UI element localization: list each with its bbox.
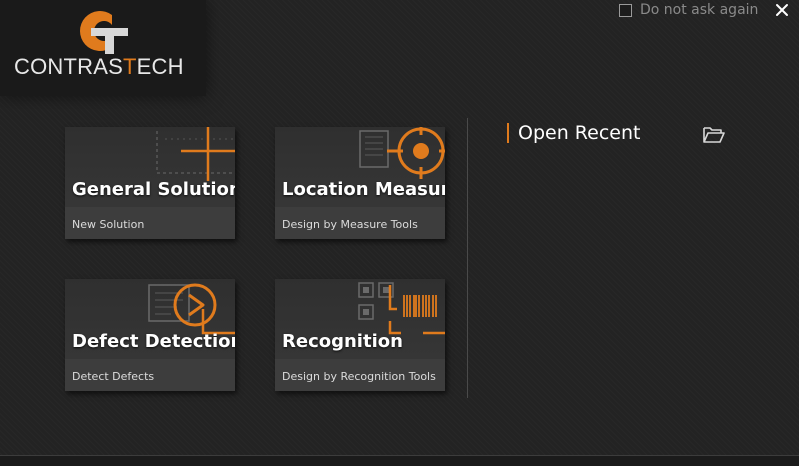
recognition-tile[interactable]: Recognition Design by Recognition Tools xyxy=(275,279,445,391)
tile-title: Recognition xyxy=(282,331,403,352)
folder-open-icon[interactable] xyxy=(702,124,726,144)
tile-title: Location Measure xyxy=(282,179,445,200)
bottom-bar xyxy=(0,455,799,466)
accent-bar xyxy=(507,123,509,143)
vertical-divider xyxy=(467,118,468,398)
brand-name-part: ECH xyxy=(136,54,184,79)
close-icon[interactable] xyxy=(773,1,791,19)
tile-title: General Solution xyxy=(72,179,235,200)
location-measure-tile[interactable]: Location Measure Design by Measure Tools xyxy=(275,127,445,239)
tile-subtitle: Design by Recognition Tools xyxy=(282,370,436,383)
defect-detection-tile[interactable]: Defect Detection Detect Defects xyxy=(65,279,235,391)
brand-name-part: CONTRAS xyxy=(14,54,123,79)
tile-subtitle: Design by Measure Tools xyxy=(282,218,418,231)
dont-ask-again-label: Do not ask again xyxy=(640,2,759,18)
open-recent-title: Open Recent xyxy=(518,122,641,144)
tile-subtitle: Detect Defects xyxy=(72,370,155,383)
general-solution-tile[interactable]: General Solution New Solution xyxy=(65,127,235,239)
tile-subtitle: New Solution xyxy=(72,218,145,231)
contrastech-logo-icon xyxy=(80,11,128,54)
brand-name: CONTRASTECH xyxy=(14,54,184,80)
logo: CONTRASTECH xyxy=(0,0,206,96)
brand-name-accent: T xyxy=(122,54,137,79)
tile-title: Defect Detection xyxy=(72,331,235,352)
open-recent-header: Open Recent xyxy=(507,121,640,145)
dont-ask-again-option[interactable]: Do not ask again xyxy=(619,1,758,19)
dont-ask-again-checkbox[interactable] xyxy=(619,3,632,17)
